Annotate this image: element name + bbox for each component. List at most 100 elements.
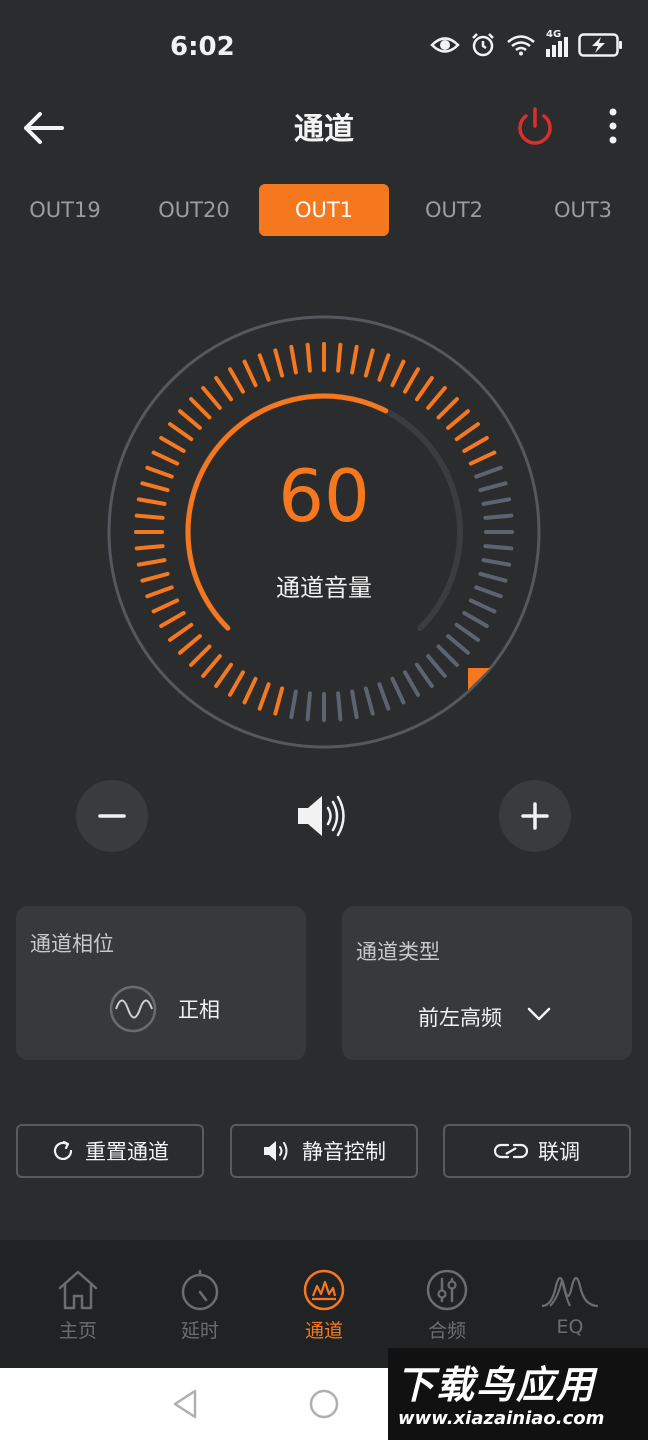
channel-type-card[interactable]: 通道类型 前左高频: [342, 906, 632, 1060]
dial-tick: [446, 409, 471, 430]
status-icons: 4G: [430, 29, 624, 58]
plus-icon: [521, 802, 549, 830]
dial-tick: [403, 367, 420, 394]
reset-channel-label: 重置通道: [85, 1140, 169, 1164]
alarm-icon: [472, 33, 494, 57]
nav-channel[interactable]: 通道: [274, 1268, 374, 1343]
nav-eq-label: EQ: [556, 1316, 584, 1338]
dial-tick: [201, 385, 222, 410]
dial-tick: [363, 686, 375, 716]
dial-tick: [167, 422, 194, 442]
speaker-icon: [298, 795, 345, 837]
reset-channel-button[interactable]: 重置通道: [16, 1124, 204, 1178]
link-adjust-label: 联调: [538, 1140, 580, 1164]
mute-control-label: 静音控制: [302, 1140, 386, 1164]
dial-tick: [257, 353, 271, 382]
link-adjust-button[interactable]: 联调: [443, 1124, 631, 1178]
dial-tick: [214, 375, 234, 402]
dial-tick: [305, 342, 312, 373]
dial-tick: [462, 436, 489, 453]
mixer-icon: [426, 1269, 468, 1311]
home-circle-icon[interactable]: [308, 1388, 340, 1420]
volume-increase-button[interactable]: [499, 780, 571, 852]
eq-icon: [541, 1276, 599, 1308]
dial-tick: [242, 676, 258, 705]
dial-tick: [426, 654, 447, 679]
speaker-icon: [264, 1141, 288, 1161]
dial-tick: [446, 634, 471, 655]
dial-tick: [436, 644, 459, 667]
tab-out1[interactable]: OUT1: [259, 184, 389, 236]
refresh-icon: [53, 1140, 73, 1160]
nav-crossover[interactable]: 合频: [397, 1268, 497, 1343]
dial-tick: [228, 670, 245, 697]
nav-home-label: 主页: [58, 1320, 97, 1342]
dial-tick: [289, 689, 298, 720]
nav-delay-label: 延时: [180, 1320, 219, 1342]
dial-tick: [228, 367, 245, 394]
dial-tick: [377, 353, 391, 382]
dial-tick: [403, 670, 420, 697]
dial-tick: [426, 385, 447, 410]
dial-tick: [454, 422, 481, 442]
tab-out19[interactable]: OUT19: [0, 184, 130, 236]
network-type: 4G: [546, 29, 562, 40]
dial-tick: [483, 544, 514, 551]
tab-out2[interactable]: OUT2: [389, 184, 519, 236]
tab-out3[interactable]: OUT3: [518, 184, 648, 236]
dial-tick: [390, 676, 406, 705]
power-icon: [518, 107, 552, 145]
volume-dial[interactable]: 60 通道音量: [104, 312, 544, 752]
speaker-button[interactable]: [292, 790, 352, 842]
dial-tick: [257, 682, 271, 711]
nav-eq[interactable]: EQ: [520, 1268, 620, 1338]
channel-phase-title: 通道相位: [30, 932, 114, 956]
dial-tick: [436, 397, 459, 420]
dial-tick: [189, 644, 212, 667]
signal-icon: 4G: [546, 29, 568, 57]
dial-tick: [305, 691, 312, 722]
power-button[interactable]: [512, 104, 558, 150]
channel-type-value: 前左高频: [418, 1006, 502, 1030]
dial-tick: [136, 558, 167, 567]
dial-tick: [363, 348, 375, 378]
dial-tick: [414, 375, 434, 402]
mute-control-button[interactable]: 静音控制: [230, 1124, 418, 1178]
nav-home[interactable]: 主页: [28, 1268, 128, 1343]
app-header: 通道: [0, 96, 648, 160]
channel-phase-card[interactable]: 通道相位 正相: [16, 906, 306, 1060]
dial-tick: [159, 436, 186, 453]
dial-tick: [462, 611, 489, 628]
volume-decrease-button[interactable]: [76, 780, 148, 852]
minus-icon: [98, 814, 126, 818]
dial-tick: [350, 344, 359, 375]
eye-icon: [430, 37, 460, 53]
nav-delay[interactable]: 延时: [150, 1268, 250, 1343]
dial-tick: [454, 622, 481, 642]
home-icon: [58, 1270, 98, 1310]
dial-tick: [167, 622, 194, 642]
watermark: 下载鸟应用 www.xiazainiao.com: [388, 1348, 648, 1440]
tab-out20[interactable]: OUT20: [129, 184, 259, 236]
dial-tick: [177, 634, 202, 655]
channel-phase-value: 正相: [178, 998, 220, 1022]
more-vertical-icon: [609, 108, 617, 144]
dial-tick: [336, 342, 343, 373]
watermark-main: 下载鸟应用: [396, 1363, 597, 1407]
nav-crossover-label: 合频: [427, 1320, 466, 1342]
dial-tick: [273, 348, 285, 378]
dial-tick: [336, 691, 343, 722]
dial-tick: [377, 682, 391, 711]
dial-tick: [350, 689, 359, 720]
dial-pointer: [468, 668, 490, 690]
dial-tick: [273, 686, 285, 716]
back-triangle-icon[interactable]: [170, 1388, 200, 1420]
dial-tick: [481, 558, 512, 567]
battery-charging-icon: [578, 33, 622, 57]
volume-value: 60: [278, 454, 370, 538]
sine-wave-icon: [109, 985, 157, 1033]
dial-tick: [201, 654, 222, 679]
more-options-button[interactable]: [596, 104, 630, 150]
watermark-sub: www.xiazainiao.com: [398, 1408, 605, 1429]
link-icon: [494, 1143, 528, 1159]
